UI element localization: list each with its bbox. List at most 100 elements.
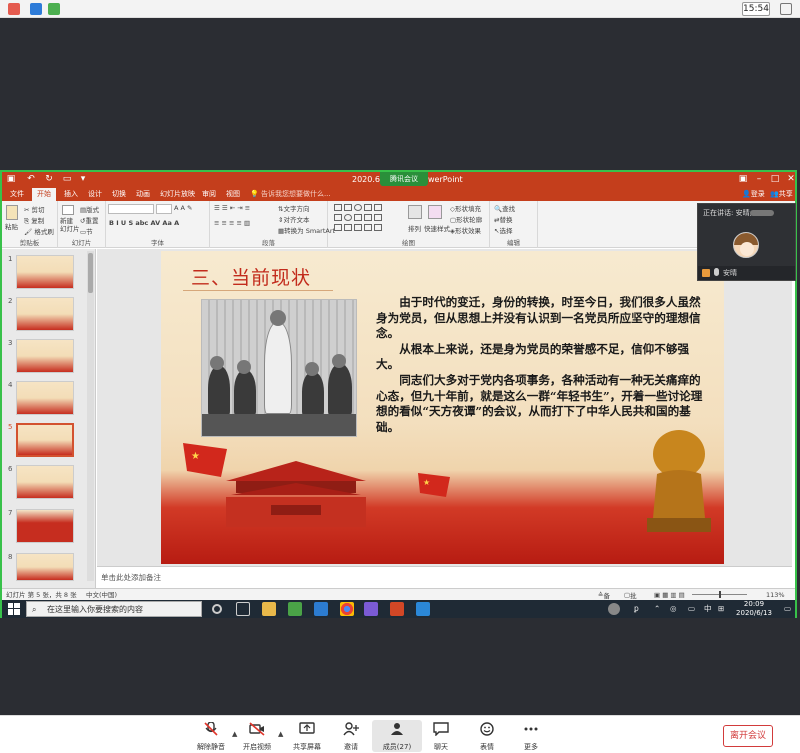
format-painter-button[interactable]: 🖌 格式刷 [24, 226, 54, 236]
shape-item[interactable] [344, 204, 352, 211]
maximize-icon[interactable]: □ [770, 174, 780, 184]
layout-button[interactable]: ▤版式 [80, 204, 99, 214]
invite-button[interactable]: 邀请 [326, 720, 376, 752]
shape-outline-button[interactable]: ▢形状轮廓 [450, 214, 482, 224]
user-tray-icon[interactable] [608, 603, 620, 615]
slide-heading[interactable]: 三、当前现状 [191, 263, 311, 290]
slide-thumbnail-5[interactable] [16, 423, 74, 457]
shape-gallery[interactable] [334, 204, 400, 234]
slide-thumbnail-1[interactable] [16, 255, 74, 289]
align-text-button[interactable]: ⇕对齐文本 [278, 214, 309, 224]
zoom-level[interactable]: 113% [766, 590, 785, 600]
notification-icon[interactable]: ▭ [784, 602, 791, 616]
shape-item[interactable] [364, 214, 372, 221]
arrange-button[interactable]: 排列 [408, 223, 421, 233]
replace-button[interactable]: ⇄替换 [494, 214, 512, 224]
tab-review[interactable]: 审阅 [202, 189, 216, 200]
ime-mode-icon[interactable]: ⊞ [718, 602, 724, 616]
members-button[interactable]: 成员(27) [372, 720, 422, 752]
shape-item[interactable] [344, 214, 352, 221]
font-style-buttons[interactable]: B I U S abc AV Aa A [109, 219, 179, 227]
slide-body-text[interactable]: 由于时代的变迁，身份的转换，时至今日，我们很多人虽然身为党员，但从思想上并没有认… [376, 295, 706, 435]
paste-button[interactable]: 粘贴 [5, 221, 18, 231]
tab-insert[interactable]: 插入 [64, 189, 78, 200]
pen-icon[interactable]: ꝑ [634, 602, 639, 616]
tell-me-search[interactable]: 💡 告诉我您想要做什么... [250, 189, 331, 200]
more-button[interactable]: 更多 [506, 720, 556, 752]
reset-button[interactable]: ↺重置 [80, 215, 98, 225]
smartart-button[interactable]: ▦转换为 SmartArt [278, 225, 335, 235]
tab-design[interactable]: 设计 [88, 189, 102, 200]
shape-item[interactable] [334, 224, 342, 231]
view-buttons[interactable]: ▣ ▦ ▥ ▤ [654, 590, 685, 600]
text-direction-button[interactable]: ⇅文字方向 [278, 203, 309, 213]
arrange-icon[interactable] [408, 205, 422, 219]
zoom-slider[interactable] [692, 591, 747, 598]
shape-item[interactable] [374, 204, 382, 211]
cortana-icon[interactable] [212, 604, 222, 614]
taskbar-search-box[interactable]: ⌕ 在这里输入你要搜索的内容 [26, 601, 202, 617]
tab-view[interactable]: 视图 [226, 189, 240, 200]
network-icon[interactable]: ▭ [688, 602, 695, 616]
list-buttons[interactable]: ☰ ☰ ⇤ ⇥ ≡ [214, 204, 250, 212]
tab-slideshow[interactable]: 幻灯片放映 [160, 189, 195, 200]
powerpoint-icon[interactable] [390, 602, 404, 616]
shape-fill-button[interactable]: ◇形状填充 [450, 203, 481, 213]
unmute-button[interactable]: 解除静音 [186, 720, 236, 752]
new-slide-button[interactable]: 新建 幻灯片 [60, 217, 80, 233]
task-view-icon[interactable] [236, 602, 250, 616]
copy-button[interactable]: ⎘ 复制 [24, 215, 44, 226]
thumbnail-scrollbar[interactable] [87, 251, 94, 581]
tencent-meeting-icon[interactable] [416, 602, 430, 616]
slide-thumbnail-3[interactable] [16, 339, 74, 373]
window-restore-icon[interactable] [780, 3, 792, 15]
comments-toggle[interactable]: ▢批注 [624, 590, 637, 610]
shape-item[interactable] [354, 224, 362, 231]
close-icon[interactable]: ✕ [786, 174, 796, 184]
new-slide-icon[interactable] [62, 205, 74, 215]
shape-item[interactable] [354, 204, 362, 211]
slide-thumbnail-8[interactable] [16, 553, 74, 581]
start-video-button[interactable]: 开启视频 [232, 720, 282, 752]
slide-thumbnail-6[interactable] [16, 465, 74, 499]
reactions-button[interactable]: 表情 [462, 720, 512, 752]
slide-thumbnail-2[interactable] [16, 297, 74, 331]
wechat-tray-icon[interactable]: ◎ [670, 602, 677, 616]
tab-file[interactable]: 文件 [10, 189, 24, 200]
windows-start-icon[interactable] [8, 603, 20, 615]
shape-item[interactable] [364, 204, 372, 211]
notes-toggle[interactable]: ≙备注 [598, 590, 610, 610]
tab-home[interactable]: 开始 [32, 188, 56, 201]
share-link[interactable]: 👥共享 [770, 189, 793, 200]
paste-icon[interactable] [6, 205, 18, 220]
shape-item[interactable] [334, 204, 342, 211]
start-slideshow-icon[interactable]: ▭ [62, 174, 72, 184]
current-slide[interactable]: 三、当前现状 由于时代的变迁，身份的转换，时至今日，我们很多人虽然身为党员，但从… [161, 251, 724, 564]
shape-effects-button[interactable]: ◈形状效果 [450, 225, 481, 235]
redo-icon[interactable]: ↻ [44, 174, 54, 184]
shape-item[interactable] [334, 214, 342, 221]
sign-in-link[interactable]: 👤登录 [742, 189, 765, 200]
zoom-slider-thumb[interactable] [719, 591, 721, 598]
tab-animations[interactable]: 动画 [136, 189, 150, 200]
shape-item[interactable] [364, 224, 372, 231]
ime-indicator[interactable]: 中 [704, 602, 712, 616]
shape-item[interactable] [354, 214, 362, 221]
edge-icon[interactable] [314, 602, 328, 616]
section-button[interactable]: ▭节 [80, 226, 93, 236]
find-button[interactable]: 🔍查找 [494, 203, 515, 213]
app-icon[interactable] [288, 602, 302, 616]
shape-item[interactable] [374, 224, 382, 231]
chat-button[interactable]: 聊天 [416, 720, 466, 752]
notes-pane[interactable]: 单击此处添加备注 [97, 566, 792, 588]
quick-styles-icon[interactable] [428, 205, 442, 219]
slide-thumbnail-4[interactable] [16, 381, 74, 415]
taskbar-clock[interactable]: 20:09 2020/6/13 [730, 600, 778, 618]
leave-meeting-button[interactable]: 离开会议 [723, 725, 773, 747]
font-name-input[interactable] [108, 204, 154, 214]
app-icon[interactable] [364, 602, 378, 616]
share-screen-button[interactable]: 共享屏幕 [282, 720, 332, 752]
undo-icon[interactable]: ↶ [26, 174, 36, 184]
file-explorer-icon[interactable] [262, 602, 276, 616]
align-buttons[interactable]: ≡ ≡ ≡ ≡ ▥ [214, 219, 250, 227]
